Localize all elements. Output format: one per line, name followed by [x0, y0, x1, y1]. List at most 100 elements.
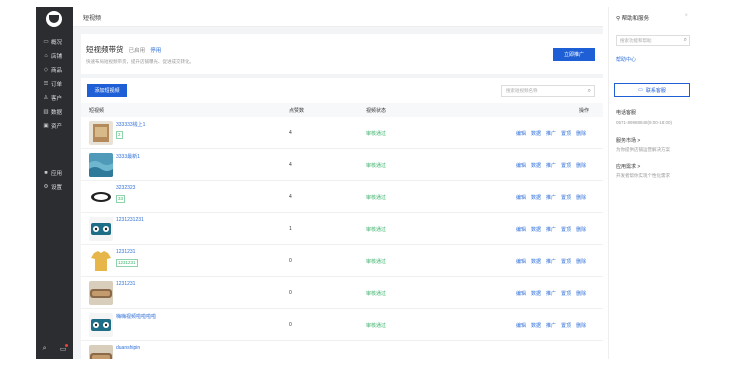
- promote-link[interactable]: 推广: [546, 322, 556, 329]
- service-market-desc: 为你提供店铺运营解决方案: [616, 147, 670, 152]
- video-name-link[interactable]: 1231231: [116, 281, 135, 287]
- promote-link[interactable]: 推广: [546, 130, 556, 137]
- delete-link[interactable]: 删除: [576, 194, 586, 201]
- row-actions: 编辑 数据 推广 置顶 删除: [516, 322, 586, 329]
- pin-top-link[interactable]: 置顶: [561, 162, 571, 169]
- video-name-link[interactable]: 1231231: [116, 249, 135, 255]
- phone-support-number: 0571-89988848(9:00-18:00): [616, 120, 673, 125]
- promote-link[interactable]: 推广: [546, 162, 556, 169]
- table-row: 3232323 33 4 审核通过 编辑 数据 推广 置顶 删除: [81, 181, 603, 213]
- video-name-link[interactable]: 3333最新1: [116, 153, 140, 160]
- video-tag: 1231231: [116, 259, 138, 267]
- help-search-input[interactable]: 搜索功能和帮助 ⌕: [616, 35, 690, 46]
- video-search-placeholder: 搜索短视频名称: [506, 88, 538, 93]
- promote-link[interactable]: 推广: [546, 194, 556, 201]
- logo-icon[interactable]: [46, 11, 62, 27]
- delete-link[interactable]: 删除: [576, 322, 586, 329]
- like-count: 0: [289, 258, 292, 264]
- sidebar-item-1[interactable]: ⌂ 店铺: [36, 50, 73, 61]
- help-center-link[interactable]: 帮助中心: [616, 56, 636, 63]
- video-name-link[interactable]: 3232323: [116, 185, 135, 191]
- delete-link[interactable]: 删除: [576, 290, 586, 297]
- sidebar-item-0[interactable]: ▭ 概况: [36, 36, 73, 47]
- delete-link[interactable]: 删除: [576, 130, 586, 137]
- search-icon[interactable]: ⌕: [43, 345, 47, 353]
- table-row: 1231231 0 审核通过 编辑 数据 推广 置顶 删除: [81, 277, 603, 309]
- service-market-link[interactable]: 服务市场 >: [616, 137, 640, 144]
- delete-link[interactable]: 删除: [576, 226, 586, 233]
- data-link[interactable]: 数据: [531, 226, 541, 233]
- pin-top-link[interactable]: 置顶: [561, 194, 571, 201]
- promote-link[interactable]: 推广: [546, 290, 556, 297]
- promote-link[interactable]: 推广: [546, 226, 556, 233]
- sidebar-item-8[interactable]: ⚙ 设置: [36, 181, 73, 192]
- video-list-card: 添加短视频 搜索短视频名称 ⌕ 短视频 点赞数 视频状态 操作 333333钱上…: [81, 78, 603, 359]
- sidebar-item-label: 设置: [51, 184, 63, 191]
- phone-support-title: 电话客服: [616, 110, 637, 116]
- app-demand-link[interactable]: 应用需求 >: [616, 163, 640, 170]
- sidebar-item-4[interactable]: ♙ 客户: [36, 92, 73, 103]
- video-thumbnail[interactable]: [89, 345, 113, 359]
- row-actions: 编辑 数据 推广 置顶 删除: [516, 130, 586, 137]
- add-video-button[interactable]: 添加短视频: [87, 84, 127, 97]
- video-name-link[interactable]: duanshipin: [116, 345, 140, 351]
- delete-link[interactable]: 删除: [576, 258, 586, 265]
- disable-link[interactable]: 停用: [150, 48, 161, 54]
- pin-top-link[interactable]: 置顶: [561, 130, 571, 137]
- promote-button[interactable]: 立即推广: [553, 48, 595, 61]
- contact-support-button[interactable]: ▭ 联系客服: [614, 83, 690, 97]
- column-ops: 操作: [579, 108, 590, 114]
- row-actions: 编辑 数据 推广 置顶 删除: [516, 290, 586, 297]
- data-link[interactable]: 数据: [531, 162, 541, 169]
- video-tag: 2: [116, 131, 123, 139]
- edit-link[interactable]: 编辑: [516, 194, 526, 201]
- sidebar-item-6[interactable]: ▣ 资产: [36, 120, 73, 131]
- video-thumbnail[interactable]: [89, 185, 113, 209]
- data-link[interactable]: 数据: [531, 322, 541, 329]
- data-link[interactable]: 数据: [531, 194, 541, 201]
- video-search-input[interactable]: 搜索短视频名称 ⌕: [501, 85, 595, 97]
- data-link[interactable]: 数据: [531, 290, 541, 297]
- video-thumbnail[interactable]: [89, 217, 113, 241]
- notification-dot: [65, 344, 69, 347]
- page-title: 短视频带货: [86, 45, 124, 54]
- table-row: 333333钱上1 2 4 审核通过 编辑 数据 推广 置顶 删除: [81, 117, 603, 149]
- close-icon[interactable]: ×: [684, 13, 688, 19]
- video-thumbnail[interactable]: [89, 281, 113, 305]
- sidebar-item-5[interactable]: ▥ 数据: [36, 106, 73, 117]
- data-link[interactable]: 数据: [531, 258, 541, 265]
- edit-link[interactable]: 编辑: [516, 290, 526, 297]
- video-thumbnail[interactable]: [89, 313, 113, 337]
- video-thumbnail[interactable]: [89, 249, 113, 273]
- row-actions: 编辑 数据 推广 置顶 删除: [516, 162, 586, 169]
- video-name-link[interactable]: 1231231231: [116, 217, 144, 223]
- search-icon[interactable]: ⌕: [588, 86, 591, 96]
- chat-icon: ▭: [638, 87, 643, 93]
- edit-link[interactable]: 编辑: [516, 258, 526, 265]
- sidebar-item-3[interactable]: ☰ 订单: [36, 78, 73, 89]
- order-icon: ☰: [43, 80, 49, 87]
- pin-top-link[interactable]: 置顶: [561, 322, 571, 329]
- message-icon[interactable]: ▭: [60, 344, 69, 353]
- like-count: 4: [289, 194, 292, 200]
- sidebar-item-7[interactable]: ■ 应用: [36, 167, 73, 178]
- pin-top-link[interactable]: 置顶: [561, 226, 571, 233]
- pin-top-link[interactable]: 置顶: [561, 258, 571, 265]
- apps-icon: ■: [44, 169, 48, 176]
- video-name-link[interactable]: 嗨嗨视频啦啦啦啦: [116, 313, 156, 320]
- promote-link[interactable]: 推广: [546, 258, 556, 265]
- video-name-link[interactable]: 333333钱上1: [116, 121, 145, 128]
- video-thumbnail[interactable]: [89, 153, 113, 177]
- data-link[interactable]: 数据: [531, 130, 541, 137]
- review-status: 审核通过: [366, 323, 387, 329]
- edit-link[interactable]: 编辑: [516, 130, 526, 137]
- edit-link[interactable]: 编辑: [516, 162, 526, 169]
- edit-link[interactable]: 编辑: [516, 322, 526, 329]
- pin-top-link[interactable]: 置顶: [561, 290, 571, 297]
- video-thumbnail[interactable]: [89, 121, 113, 145]
- delete-link[interactable]: 删除: [576, 162, 586, 169]
- sidebar-item-2[interactable]: ◇ 商品: [36, 64, 73, 75]
- search-icon[interactable]: ⌕: [684, 36, 687, 45]
- edit-link[interactable]: 编辑: [516, 226, 526, 233]
- help-panel-title-text: 帮助和服务: [621, 16, 650, 22]
